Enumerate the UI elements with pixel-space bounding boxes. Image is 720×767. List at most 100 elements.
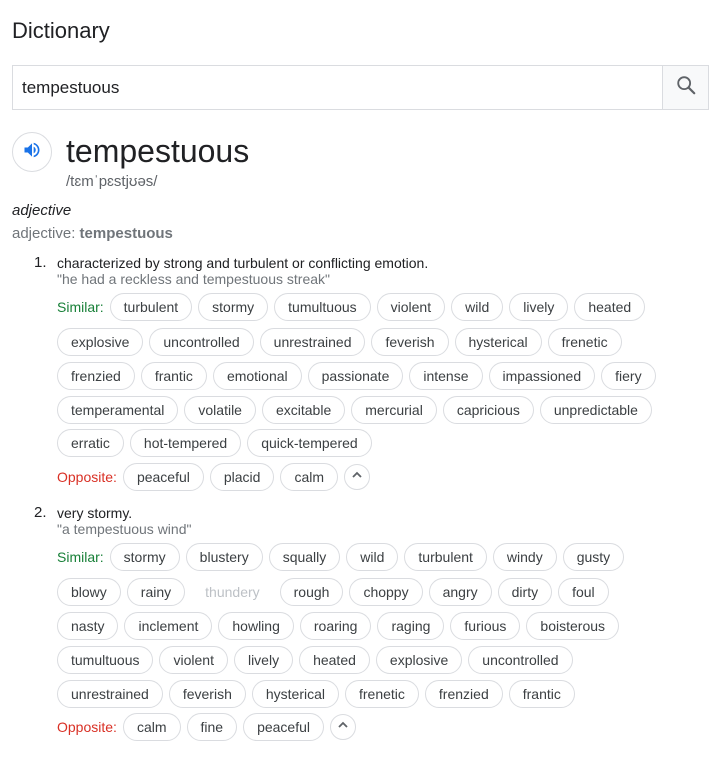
synonym-chip[interactable]: passionate — [307, 362, 404, 390]
synonym-chip[interactable]: stormy — [109, 543, 180, 571]
chips: unrestrained feverish hysterical frenetic fr… — [57, 680, 581, 708]
similar-row: explosive uncontrolled unrestrained feveris… — [57, 328, 628, 356]
synonym-chip[interactable]: frenzied — [57, 362, 135, 390]
synonym-chip[interactable]: excitable — [261, 396, 346, 424]
sense-definition: characterized by strong and turbulent or… — [57, 255, 429, 271]
synonym-chip[interactable]: frantic — [140, 362, 207, 390]
synonym-chip[interactable]: foul — [558, 578, 609, 606]
synonym-chip[interactable]: hysterical — [251, 680, 339, 708]
similar-row: tumultuous violent lively heated explosive un… — [57, 646, 579, 674]
synonym-chip[interactable]: frantic — [508, 680, 575, 708]
search-input[interactable] — [13, 66, 662, 109]
synonym-chip[interactable]: explosive — [375, 646, 463, 674]
synonym-chip[interactable]: lively — [233, 646, 294, 674]
opposite-chip[interactable]: calm — [122, 713, 181, 741]
search-bar — [12, 65, 709, 110]
similar-row: temperamental volatile excitable mercurial c… — [57, 396, 658, 424]
synonym-chip[interactable]: quick-tempered — [247, 429, 372, 457]
chips: blowy rainy thundery rough choppy angry dirty f… — [57, 578, 615, 606]
synonym-chip[interactable]: frenetic — [345, 680, 419, 708]
sense-example: "a tempestuous wind" — [57, 521, 192, 537]
synonym-chip[interactable]: turbulent — [404, 543, 487, 571]
synonym-chip[interactable]: gusty — [562, 543, 625, 571]
synonym-chip[interactable]: feverish — [371, 328, 449, 356]
synonym-chip[interactable]: violent — [159, 646, 228, 674]
search-button[interactable] — [662, 66, 708, 109]
synonym-chip[interactable]: intense — [409, 362, 483, 390]
synonym-chip[interactable]: lively — [509, 293, 569, 321]
synonym-chip[interactable]: blowy — [57, 578, 121, 606]
synonym-chip[interactable]: capricious — [442, 396, 534, 424]
opposite-chip[interactable]: fine — [186, 713, 238, 741]
synonym-chip[interactable]: rainy — [126, 578, 186, 606]
synonym-chip[interactable]: unrestrained — [57, 680, 163, 708]
similar-label: Similar: — [57, 549, 104, 565]
search-icon — [675, 74, 697, 101]
chips: calm fine peaceful — [122, 713, 330, 741]
synonym-chip[interactable]: raging — [377, 612, 445, 640]
synonym-chip[interactable]: wild — [346, 543, 399, 571]
synonym-chip[interactable]: thundery — [191, 578, 274, 606]
synonym-chip[interactable]: boisterous — [526, 612, 620, 640]
synonym-chip[interactable]: feverish — [168, 680, 246, 708]
opposite-label: Opposite: — [57, 469, 117, 485]
synonym-chip[interactable]: angry — [428, 578, 492, 606]
synonym-chip[interactable]: windy — [492, 543, 557, 571]
synonym-chip[interactable]: tumultuous — [57, 646, 154, 674]
synonym-chip[interactable]: dirty — [497, 578, 553, 606]
synonym-chip[interactable]: violent — [376, 293, 446, 321]
synonym-chip[interactable]: wild — [451, 293, 504, 321]
similar-row: erratic hot-tempered quick-tempered — [57, 429, 378, 457]
synonym-chip[interactable]: unpredictable — [539, 396, 652, 424]
synonym-chip[interactable]: fiery — [601, 362, 656, 390]
synonym-chip[interactable]: stormy — [198, 293, 269, 321]
synonym-chip[interactable]: volatile — [184, 396, 256, 424]
synonym-chip[interactable]: blustery — [185, 543, 263, 571]
page-title: Dictionary — [12, 18, 110, 43]
collapse-button[interactable] — [344, 464, 371, 490]
opposite-chip[interactable]: peaceful — [122, 463, 204, 491]
synonym-chip[interactable]: furious — [450, 612, 521, 640]
synonym-chip[interactable]: rough — [279, 578, 344, 606]
synonym-chip[interactable]: squally — [268, 543, 341, 571]
similar-label: Similar: — [57, 299, 104, 315]
opposite-chip[interactable]: placid — [209, 463, 275, 491]
similar-row: Similar: turbulent stormy tumultuous violen… — [57, 293, 651, 321]
synonym-chip[interactable]: impassioned — [488, 362, 596, 390]
synonym-chip[interactable]: temperamental — [57, 396, 179, 424]
headword: tempestuous — [66, 133, 250, 169]
synonym-chip[interactable]: erratic — [57, 429, 124, 457]
synonym-chip[interactable]: hysterical — [454, 328, 542, 356]
synonym-chip[interactable]: frenetic — [547, 328, 622, 356]
synonym-chip[interactable]: roaring — [299, 612, 372, 640]
synonym-chip[interactable]: turbulent — [109, 293, 193, 321]
synonym-chip[interactable]: howling — [218, 612, 294, 640]
synonym-chip[interactable]: unrestrained — [259, 328, 366, 356]
opposite-chip[interactable]: calm — [280, 463, 339, 491]
opposite-chip[interactable]: peaceful — [243, 713, 325, 741]
synonym-chip[interactable]: uncontrolled — [468, 646, 573, 674]
chips: erratic hot-tempered quick-tempered — [57, 429, 378, 457]
synonym-chip[interactable]: nasty — [57, 612, 119, 640]
chevron-up-icon — [351, 468, 363, 486]
sense-example: "he had a reckless and tempestuous strea… — [57, 271, 330, 287]
synonym-chip[interactable]: uncontrolled — [149, 328, 254, 356]
synonym-chip[interactable]: inclement — [124, 612, 213, 640]
synonym-chip[interactable]: heated — [299, 646, 370, 674]
synonym-chip[interactable]: hot-tempered — [129, 429, 242, 457]
synonym-chip[interactable]: emotional — [212, 362, 302, 390]
pos-line-prefix: adjective: — [12, 225, 76, 242]
collapse-button[interactable] — [330, 714, 357, 740]
synonym-chip[interactable]: choppy — [349, 578, 423, 606]
sense-number: 1. — [34, 254, 47, 271]
pronunciation-audio-button[interactable] — [12, 132, 52, 172]
synonym-chip[interactable]: tumultuous — [274, 293, 371, 321]
part-of-speech: adjective — [12, 202, 72, 219]
synonym-chip[interactable]: heated — [574, 293, 646, 321]
chips: nasty inclement howling roaring raging furiou… — [57, 612, 625, 640]
synonym-chip[interactable]: frenzied — [424, 680, 503, 708]
synonym-chip[interactable]: explosive — [57, 328, 144, 356]
chips: peaceful placid calm — [122, 463, 344, 491]
synonym-chip[interactable]: mercurial — [351, 396, 437, 424]
sense-number: 2. — [34, 504, 47, 521]
